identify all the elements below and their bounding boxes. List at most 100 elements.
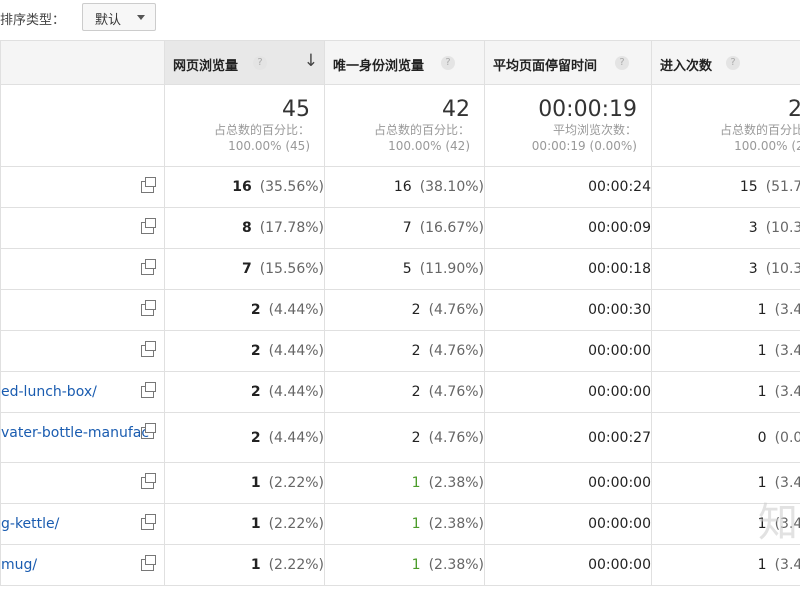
pageviews-cell: 1 (2.22%) <box>164 462 325 504</box>
open-external-icon[interactable] <box>141 341 156 357</box>
page-link[interactable]: ed-lunch-box/ <box>1 384 97 400</box>
help-icon[interactable]: ? <box>441 56 455 70</box>
sort-type-label: 排序类型： <box>0 13 66 28</box>
avg-time-value: 00:00:09 <box>588 220 651 236</box>
unique-pageviews-cell: 2 (4.76%) <box>324 371 485 413</box>
entrances-value: 1 <box>757 343 767 359</box>
sort-type-dropdown[interactable]: 默认 <box>82 3 156 31</box>
avg-time-value: 00:00:30 <box>588 302 651 318</box>
open-external-icon[interactable] <box>141 514 156 530</box>
open-external-icon[interactable] <box>141 473 156 489</box>
summary-total: 00:00:19 (0.00%) <box>531 139 637 153</box>
summary-dimension-cell <box>0 84 165 167</box>
table-row: 8 (17.78%) 7 (16.67%) 00:00:09 3 (10.34%) <box>0 207 800 249</box>
page-cell <box>0 462 165 504</box>
avg-time-cell: 00:00:27 <box>484 412 652 463</box>
entrances-percent: (3.45%) <box>774 384 800 400</box>
unique-pageviews-percent: (4.76%) <box>428 343 484 359</box>
pageviews-percent: (4.44%) <box>268 384 324 400</box>
unique-pageviews-value: 2 <box>411 302 421 318</box>
help-icon[interactable]: ? <box>726 56 740 70</box>
unique-pageviews-percent: (2.38%) <box>428 516 484 532</box>
pageviews-value: 1 <box>250 557 261 573</box>
avg-time-value: 00:00:00 <box>588 384 651 400</box>
page-cell <box>0 207 165 249</box>
dimension-header <box>0 40 165 85</box>
page-cell: g-kettle/ <box>0 503 165 545</box>
page-cell <box>0 289 165 331</box>
unique-pageviews-cell: 5 (11.90%) <box>324 248 485 290</box>
unique-pageviews-value: 16 <box>393 179 412 195</box>
avg-time-cell: 00:00:00 <box>484 371 652 413</box>
column-header-label: 网页浏览量 <box>173 59 239 74</box>
pageviews-cell: 2 (4.44%) <box>164 330 325 372</box>
column-header-label: 进入次数 <box>660 59 713 74</box>
open-external-icon[interactable] <box>141 300 156 316</box>
entrances-percent: (10.34%) <box>765 220 800 236</box>
pageviews-percent: (15.56%) <box>259 261 324 277</box>
page-link[interactable]: mug/ <box>1 557 37 573</box>
entrances-cell: 3 (10.34%) <box>651 207 800 249</box>
avg-time-value: 00:00:00 <box>588 516 651 532</box>
table-row: ed-lunch-box/2 (4.44%) 2 (4.76%) 00:00:00 1 (3… <box>0 371 800 413</box>
column-header-avg-time[interactable]: 平均页面停留时间 ? <box>484 40 652 85</box>
page-cell: ed-lunch-box/ <box>0 371 165 413</box>
pageviews-value: 1 <box>250 475 261 491</box>
entrances-cell: 3 (10.34%) <box>651 248 800 290</box>
entrances-cell: 1 (3.45%) <box>651 371 800 413</box>
pageviews-value: 8 <box>241 220 252 236</box>
open-external-icon[interactable] <box>141 423 156 439</box>
unique-pageviews-percent: (2.38%) <box>428 557 484 573</box>
pageviews-percent: (4.44%) <box>268 429 324 446</box>
unique-pageviews-cell: 16 (38.10%) <box>324 166 485 208</box>
page-link[interactable]: vater-bottle-manufac <box>1 425 149 441</box>
unique-pageviews-cell: 1 (2.38%) <box>324 462 485 504</box>
open-external-icon[interactable] <box>141 177 156 193</box>
avg-time-cell: 00:00:30 <box>484 289 652 331</box>
unique-pageviews-value: 2 <box>411 384 421 400</box>
summary-total: 100.00% (42) <box>388 139 470 153</box>
pageviews-cell: 8 (17.78%) <box>164 207 325 249</box>
table-row: g-kettle/1(2.22%)1(2.38%)00:00:001(3.45%… <box>0 503 800 545</box>
avg-time-cell: 00:00:09 <box>484 207 652 249</box>
sort-desc-arrow-icon[interactable]: ↓ <box>304 51 318 71</box>
entrances-percent: (0.00%) <box>774 429 800 446</box>
entrances-percent: (3.45%) <box>774 557 800 573</box>
open-external-icon[interactable] <box>141 259 156 275</box>
unique-pageviews-cell: 2 (4.76%) <box>324 330 485 372</box>
column-header-pageviews[interactable]: 网页浏览量 ? ↓ <box>164 40 325 85</box>
sort-bar: 排序类型： 默认 <box>0 0 800 38</box>
summary-value: 45 <box>282 97 310 122</box>
entrances-percent: (51.72%) <box>765 179 800 195</box>
summary-caption: 占总数的百分比： <box>373 123 470 137</box>
entrances-value: 1 <box>757 302 767 318</box>
table-row: 2 (4.44%) 2 (4.76%) 00:00:30 1 (3.45%) <box>0 289 800 331</box>
open-external-icon[interactable] <box>141 555 156 571</box>
avg-time-value: 00:00:00 <box>588 475 651 491</box>
unique-pageviews-value: 5 <box>402 261 412 277</box>
pageviews-cell: 16 (35.56%) <box>164 166 325 208</box>
unique-pageviews-cell: 2 (4.76%) <box>324 412 485 463</box>
pageviews-percent: (17.78%) <box>259 220 324 236</box>
help-icon[interactable]: ? <box>615 56 629 70</box>
entrances-value: 0 <box>757 429 767 446</box>
entrances-value: 1 <box>757 557 767 573</box>
unique-pageviews-percent: (4.76%) <box>428 384 484 400</box>
watermark: 知 <box>758 500 798 546</box>
open-external-icon[interactable] <box>141 382 156 398</box>
entrances-percent: (3.45%) <box>774 475 800 491</box>
page-cell <box>0 330 165 372</box>
unique-pageviews-cell: 1 (2.38%) <box>324 503 485 545</box>
summary-value: 42 <box>442 97 470 122</box>
summary-total: 100.00% (29) <box>734 139 800 153</box>
pageviews-value: 2 <box>250 302 261 318</box>
column-header-entrances[interactable]: 进入次数 ? <box>651 40 800 85</box>
pageviews-cell: 2 (4.44%) <box>164 371 325 413</box>
open-external-icon[interactable] <box>141 218 156 234</box>
unique-pageviews-percent: (4.76%) <box>428 302 484 318</box>
data-table: 网页浏览量 ? ↓ 唯一身份浏览量 ? 平均页面停留时间 ? 进入次数 ? 45… <box>0 40 800 586</box>
entrances-value: 15 <box>739 179 758 195</box>
help-icon[interactable]: ? <box>253 56 267 70</box>
page-link[interactable]: g-kettle/ <box>1 516 59 532</box>
column-header-unique-pageviews[interactable]: 唯一身份浏览量 ? <box>324 40 485 85</box>
